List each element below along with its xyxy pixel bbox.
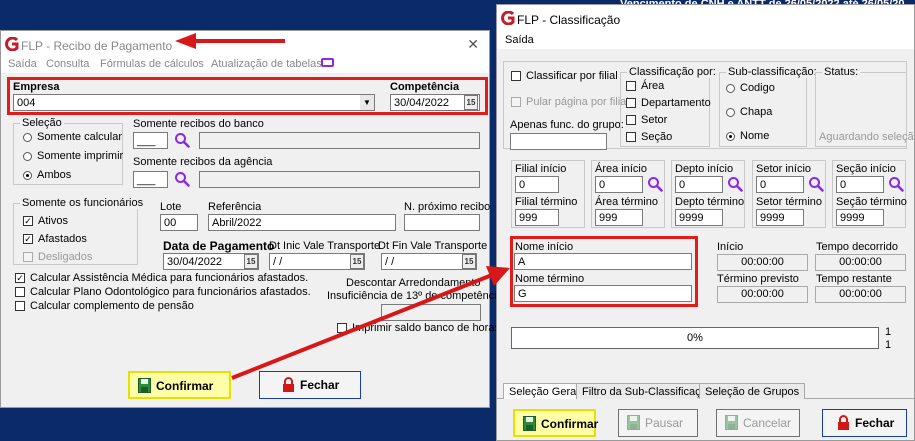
annotation-arrow-diagonal [231, 266, 510, 380]
